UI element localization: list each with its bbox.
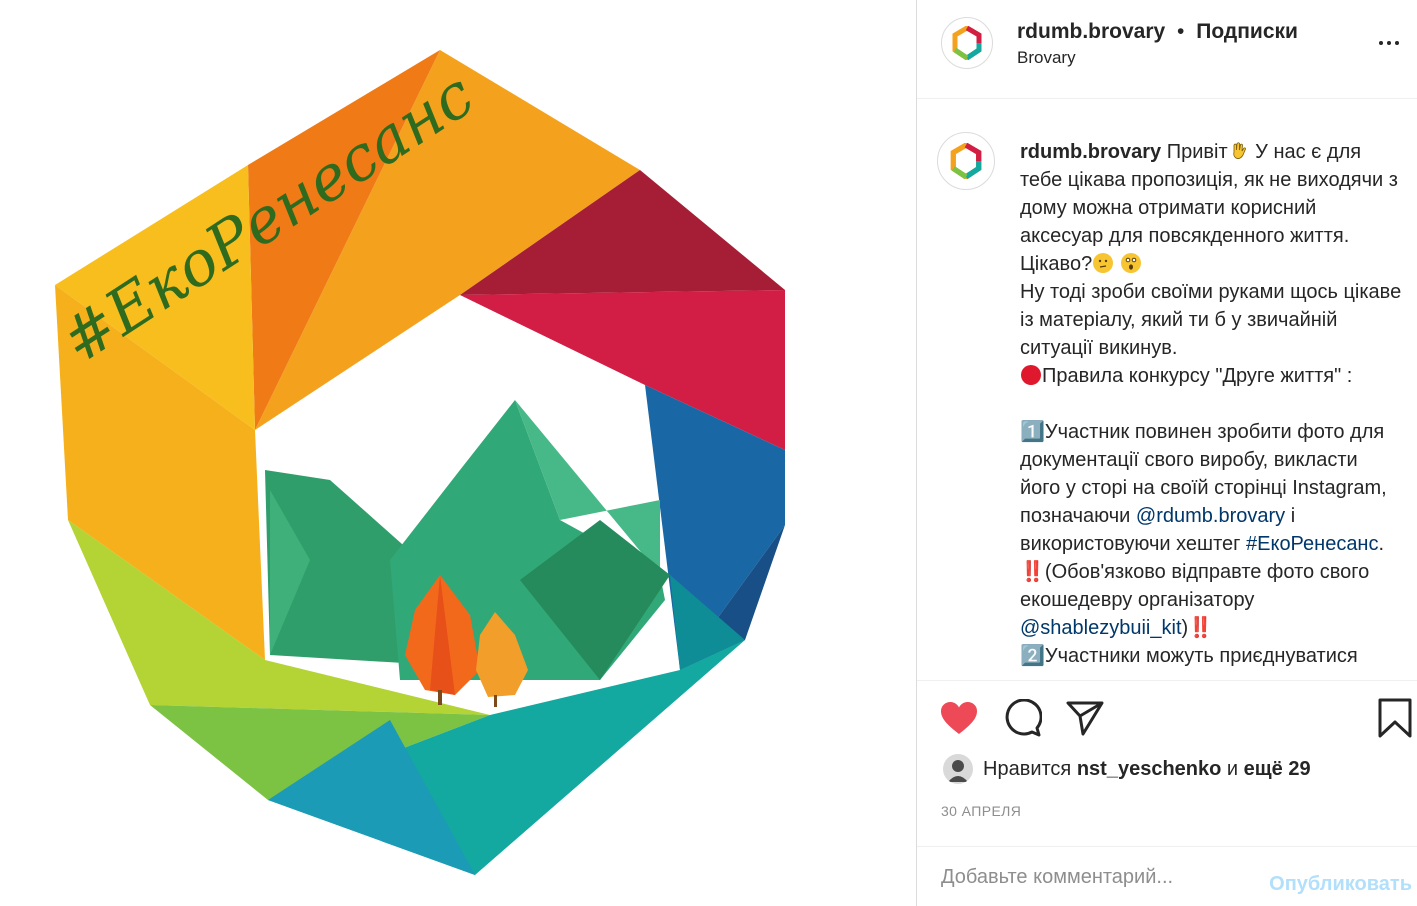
profile-avatar[interactable] xyxy=(941,17,993,69)
share-icon[interactable] xyxy=(1065,698,1105,738)
likes-conj: и xyxy=(1226,757,1239,780)
comment-icon[interactable] xyxy=(1003,698,1043,738)
red-circle-icon xyxy=(1021,365,1041,385)
brand-hexagon-icon xyxy=(952,26,982,60)
caption-area: rdumb.brovary Привіт У нас є для тебе ці… xyxy=(917,100,1417,681)
more-options-icon[interactable] xyxy=(1374,33,1404,53)
header-username[interactable]: rdumb.brovary xyxy=(1017,20,1165,43)
mention-link[interactable]: @rdumb.brovary xyxy=(1136,505,1285,527)
caption-text: rdumb.brovary Привіт У нас є для тебе ці… xyxy=(1020,138,1402,670)
heart-filled-icon[interactable] xyxy=(939,698,979,738)
liker-avatar[interactable] xyxy=(943,754,973,784)
likes-prefix: Нравится xyxy=(983,757,1072,780)
header-user-line: rdumb.brovary • Подписки xyxy=(1017,20,1298,44)
publish-button[interactable]: Опубликовать xyxy=(1269,873,1412,896)
header-separator: • xyxy=(1177,20,1185,43)
astonished-face-icon xyxy=(1120,253,1141,273)
post-date[interactable]: 30 АПРЕЛЯ xyxy=(941,803,1021,819)
post-header: rdumb.brovary • Подписки Brovary xyxy=(917,0,1417,99)
comment-input[interactable] xyxy=(941,861,1261,893)
caption-rules-title: Правила конкурсу "Друге життя" : xyxy=(1042,365,1353,387)
following-button[interactable]: Подписки xyxy=(1196,20,1298,43)
brand-hexagon-icon xyxy=(950,143,982,179)
item1-text-d: )‼️ xyxy=(1181,617,1214,639)
caption-avatar[interactable] xyxy=(937,132,995,190)
likes-more-link[interactable]: ещё 29 xyxy=(1244,758,1311,781)
post-side-panel: rdumb.brovary • Подписки Brovary rdumb.b… xyxy=(916,0,1417,906)
waving-hand-icon xyxy=(1232,142,1246,159)
item2-text: Участники можуть приєднуватися xyxy=(1044,645,1358,667)
item2-number: 2️⃣ xyxy=(1020,645,1045,667)
caption-line2: Ну тоді зроби своїми руками щось цікаве … xyxy=(1020,281,1402,359)
bookmark-icon[interactable] xyxy=(1377,698,1413,738)
hashtag-link[interactable]: #ЕкоРенесанс xyxy=(1246,533,1378,555)
action-bar xyxy=(917,682,1417,752)
post-image[interactable]: #ЕкоРенесанс xyxy=(0,0,916,906)
caption-username[interactable]: rdumb.brovary xyxy=(1020,141,1161,163)
liker-username[interactable]: nst_yeschenko xyxy=(1077,758,1222,781)
eco-renaissance-logo: #ЕкоРенесанс xyxy=(48,50,785,875)
likes-summary: Нравится nst_yeschenko и ещё 29 xyxy=(943,752,1311,786)
caption-greeting: Привіт xyxy=(1161,141,1228,163)
comment-bar: Опубликовать xyxy=(917,846,1417,906)
location-link[interactable]: Brovary xyxy=(1017,48,1076,68)
item1-number: 1️⃣ xyxy=(1020,421,1045,443)
thinking-face-icon xyxy=(1093,253,1114,273)
mention-link-2[interactable]: @shablezybuii_kit xyxy=(1020,617,1182,639)
